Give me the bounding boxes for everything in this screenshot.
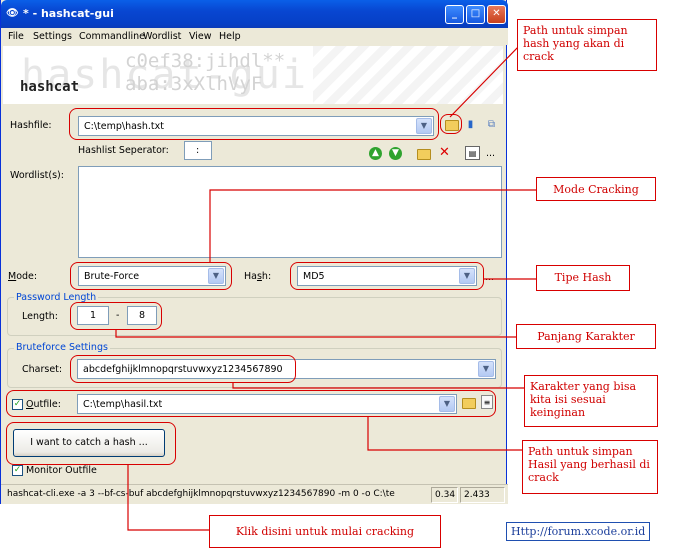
charset-label: Charset: [22, 364, 63, 375]
highlight-start [6, 422, 176, 465]
monitor-outfile-checkbox[interactable]: ✓ [12, 465, 23, 476]
wordlist-label: Wordlist(s): [10, 170, 64, 181]
hash-label: Hash: [244, 271, 272, 282]
window-title: * - hashcat-gui [23, 7, 114, 20]
remove-icon[interactable]: ✕ [437, 146, 452, 160]
menu-settings[interactable]: Settings [33, 31, 72, 42]
calendar-icon[interactable]: ▤ [465, 146, 480, 160]
highlight-charset [70, 355, 296, 383]
maximize-button[interactable]: □ [466, 5, 485, 24]
highlight-hashfile [69, 108, 439, 140]
close-button[interactable]: ✕ [487, 5, 506, 24]
forum-link[interactable]: Http://forum.xcode.or.id [506, 522, 651, 541]
minimize-button[interactable]: _ [445, 5, 464, 24]
separator-label: Hashlist Seperator: [78, 145, 169, 156]
separator-input[interactable]: : [184, 141, 212, 160]
chevron-down-icon[interactable]: ▼ [478, 361, 494, 377]
bruteforce-settings-title: Bruteforce Settings [14, 342, 110, 353]
callout-hash-type: Tipe Hash [536, 265, 630, 291]
move-up-icon[interactable]: ▲ [369, 147, 382, 160]
highlight-folder [440, 114, 462, 134]
save-icon[interactable]: ▮ [463, 118, 478, 132]
hash-more-button[interactable]: ... [485, 272, 494, 283]
mode-label: Mode: [8, 271, 38, 282]
length-label: Length: [22, 311, 58, 322]
wordlist-listbox[interactable] [78, 166, 502, 258]
app-logo: hashcat [20, 79, 80, 95]
eye-icon: 👁 [6, 8, 19, 19]
toolbar-more[interactable]: ... [486, 148, 495, 159]
status-value-1: 0.34 [431, 487, 458, 503]
callout-mode: Mode Cracking [536, 177, 656, 201]
callout-charset: Karakter yang bisa kita isi sesuai keing… [524, 375, 658, 427]
menu-view[interactable]: View [189, 31, 212, 42]
menu-file[interactable]: File [8, 31, 24, 42]
hashfile-label: Hashfile: [10, 120, 52, 131]
banner-pattern [313, 46, 503, 104]
highlight-outfile [6, 390, 496, 417]
highlight-length [70, 302, 162, 330]
menu-commandline[interactable]: Commandline [79, 31, 145, 42]
banner-bg-code: c0ef38:jihdl** aba:3xXlhVyF [125, 50, 286, 95]
callout-length: Panjang Karakter [516, 324, 656, 349]
status-bar: hashcat-cli.exe -a 3 --bf-cs-buf abcdefg… [1, 484, 508, 504]
menu-bar: File Settings Commandline Wordlist View … [1, 28, 508, 45]
callout-hashfile: Path untuk simpan hash yang akan di crac… [517, 19, 657, 71]
copy-icon[interactable]: ⧉ [484, 118, 499, 132]
status-value-2: 2.433 [460, 487, 505, 503]
callout-start: Klik disini untuk mulai cracking [209, 515, 441, 548]
monitor-outfile-label: Monitor Outfile [26, 465, 97, 476]
banner: hashcat-gui c0ef38:jihdl** aba:3xXlhVyF … [3, 46, 503, 104]
move-down-icon[interactable]: ▼ [389, 147, 402, 160]
title-bar[interactable]: 👁 * - hashcat-gui _ □ ✕ [1, 0, 508, 28]
highlight-hash [290, 262, 484, 290]
highlight-mode [70, 262, 232, 290]
menu-help[interactable]: Help [219, 31, 241, 42]
add-wordlist-icon[interactable] [417, 149, 431, 160]
command-line-status: hashcat-cli.exe -a 3 --bf-cs-buf abcdefg… [7, 489, 395, 499]
callout-outfile: Path untuk simpan Hasil yang berhasil di… [522, 440, 658, 494]
menu-wordlist[interactable]: Wordlist [143, 31, 181, 42]
